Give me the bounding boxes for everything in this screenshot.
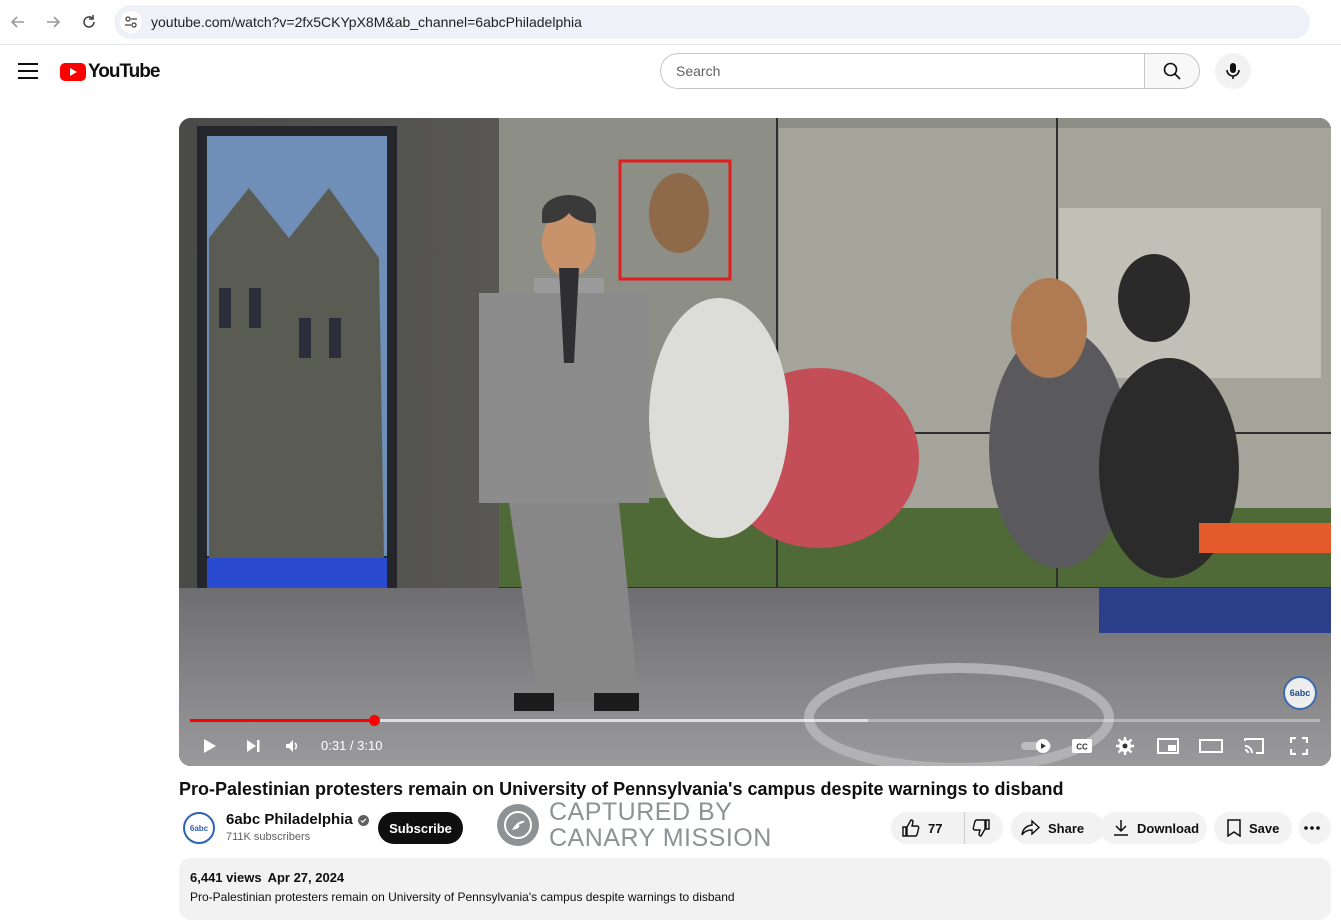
thumbs-down-icon xyxy=(972,819,990,837)
play-icon xyxy=(204,739,216,753)
share-icon xyxy=(1021,819,1041,836)
like-button[interactable]: 77 xyxy=(891,812,965,844)
view-count: 6,441 views xyxy=(190,870,262,885)
back-arrow-icon[interactable] xyxy=(6,10,30,34)
like-count: 77 xyxy=(928,820,943,836)
verified-badge-icon xyxy=(357,814,369,826)
channel-name[interactable]: 6abc Philadelphia xyxy=(226,811,353,828)
canary-mission-text: CAPTURED BY CANARY MISSION xyxy=(549,799,772,851)
video-frame xyxy=(179,118,1331,766)
search-input[interactable]: Search xyxy=(660,53,1144,89)
volume-icon xyxy=(286,740,298,752)
miniplayer-icon xyxy=(1157,738,1179,754)
cast-button[interactable] xyxy=(1240,732,1268,760)
description-box[interactable]: 6,441 views Apr 27, 2024 Pro-Palestinian … xyxy=(179,858,1331,920)
search-box: Search xyxy=(660,53,1200,89)
next-button[interactable] xyxy=(239,732,267,760)
skip-next-icon xyxy=(247,740,260,752)
search-button[interactable] xyxy=(1144,53,1200,89)
canary-line-1: CAPTURED BY xyxy=(549,798,733,826)
played-bar xyxy=(190,719,375,722)
logo-text: YouTube xyxy=(88,61,160,82)
url-text[interactable]: youtube.com/watch?v=2fx5CKYpX8M&ab_chann… xyxy=(151,14,582,30)
save-button[interactable]: Save xyxy=(1214,812,1292,844)
site-settings-icon[interactable] xyxy=(120,11,142,33)
closed-captions-icon: CC xyxy=(1072,739,1092,753)
dislike-button[interactable] xyxy=(965,812,1003,844)
canary-bird-icon xyxy=(497,804,539,846)
channel-name-wrap[interactable]: 6abc Philadelphia xyxy=(226,811,369,828)
download-icon xyxy=(1114,820,1128,836)
fullscreen-button[interactable] xyxy=(1285,732,1313,760)
play-logo-icon xyxy=(60,63,86,81)
video-player[interactable]: 6abc 0:31 / 3:10 CC xyxy=(179,118,1331,766)
save-label: Save xyxy=(1249,820,1280,836)
autoplay-toggle[interactable] xyxy=(1019,732,1055,760)
progress-bar[interactable] xyxy=(190,715,1320,726)
svg-text:CC: CC xyxy=(1076,743,1088,752)
player-controls: 0:31 / 3:10 CC xyxy=(179,726,1331,766)
thumbs-up-icon xyxy=(902,819,920,837)
description-meta: 6,441 views Apr 27, 2024 xyxy=(190,870,1320,885)
forward-arrow-icon[interactable] xyxy=(41,10,65,34)
miniplayer-button[interactable] xyxy=(1154,732,1182,760)
hamburger-menu-icon[interactable] xyxy=(18,63,38,79)
reload-icon[interactable] xyxy=(77,10,101,34)
microphone-icon xyxy=(1226,63,1240,79)
browser-toolbar: youtube.com/watch?v=2fx5CKYpX8M&ab_chann… xyxy=(0,0,1341,45)
bookmark-icon xyxy=(1227,819,1241,837)
canary-mission-overlay: CAPTURED BY CANARY MISSION xyxy=(497,799,772,851)
time-display: 0:31 / 3:10 xyxy=(321,738,383,753)
video-title: Pro-Palestinian protesters remain on Uni… xyxy=(179,779,1064,799)
channel-watermark[interactable]: 6abc xyxy=(1283,676,1317,710)
volume-button[interactable] xyxy=(279,732,307,760)
canary-line-2: CANARY MISSION xyxy=(549,824,772,852)
gear-icon xyxy=(1116,737,1134,755)
more-actions-button[interactable] xyxy=(1299,812,1331,844)
theater-mode-icon xyxy=(1199,739,1223,753)
cast-icon xyxy=(1244,738,1264,754)
download-label: Download xyxy=(1137,820,1200,836)
theater-mode-button[interactable] xyxy=(1197,732,1225,760)
download-button[interactable]: Download xyxy=(1100,812,1207,844)
like-dislike-group: 77 xyxy=(891,812,1003,844)
description-text: Pro-Palestinian protesters remain on Uni… xyxy=(190,890,735,904)
search-icon xyxy=(1163,62,1181,80)
youtube-logo[interactable]: YouTube xyxy=(60,61,160,83)
channel-row: 6abc 6abc Philadelphia 711K subscribers … xyxy=(179,799,1331,851)
fullscreen-icon xyxy=(1290,737,1308,755)
share-label: Share xyxy=(1048,820,1085,836)
share-button[interactable]: Share xyxy=(1011,812,1104,844)
captions-button[interactable]: CC xyxy=(1068,732,1096,760)
more-horizontal-icon xyxy=(1303,826,1320,830)
autoplay-toggle-icon xyxy=(1021,739,1051,753)
subscriber-count: 711K subscribers xyxy=(226,831,311,843)
address-bar[interactable]: youtube.com/watch?v=2fx5CKYpX8M&ab_chann… xyxy=(114,5,1310,39)
play-button[interactable] xyxy=(195,732,223,760)
channel-avatar[interactable]: 6abc xyxy=(183,812,215,844)
upload-date: Apr 27, 2024 xyxy=(267,870,345,885)
voice-search-button[interactable] xyxy=(1215,53,1251,89)
settings-button[interactable] xyxy=(1111,732,1139,760)
masthead: YouTube Search xyxy=(0,45,1341,101)
subscribe-button[interactable]: Subscribe xyxy=(378,812,463,844)
